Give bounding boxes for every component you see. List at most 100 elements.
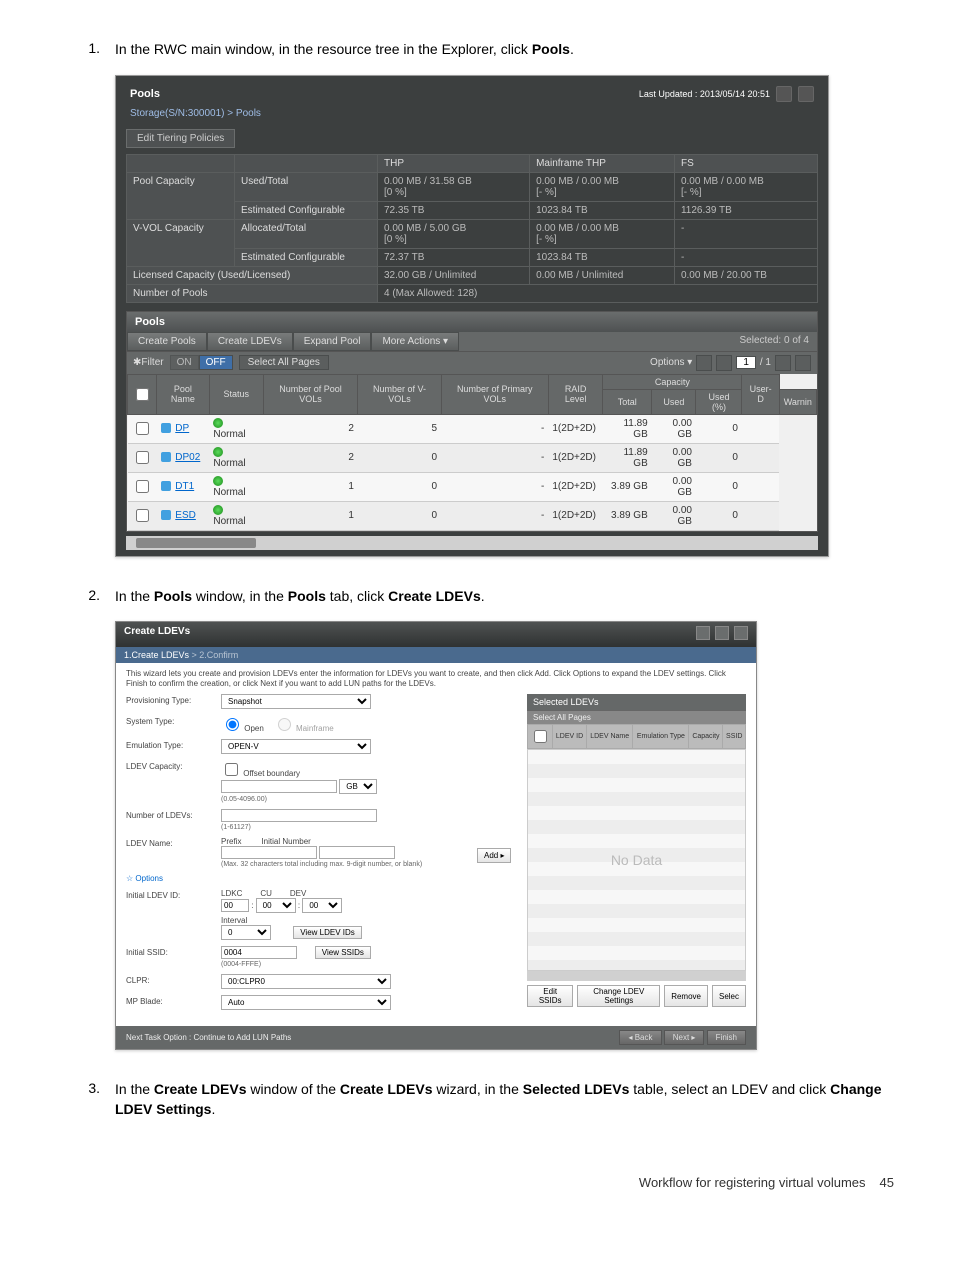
next-task-option: Next Task Option : Continue to Add LUN P… bbox=[126, 1033, 291, 1042]
edit-tiering-button[interactable]: Edit Tiering Policies bbox=[126, 129, 235, 148]
create-pools-button[interactable]: Create Pools bbox=[127, 332, 207, 351]
pool-icon bbox=[161, 481, 171, 491]
next-button[interactable]: Next ▸ bbox=[664, 1030, 705, 1045]
filter-label: ✱Filter bbox=[133, 357, 164, 368]
window-title: Pools bbox=[130, 88, 160, 100]
breadcrumb[interactable]: Storage(S/N:300001) > Pools bbox=[122, 106, 822, 125]
col-fs: FS bbox=[674, 154, 817, 172]
create-ldevs-button[interactable]: Create LDEVs bbox=[207, 332, 293, 351]
table-row[interactable]: DPNormal25-1(2D+2D)11.89 GB0.00 GB0 bbox=[128, 414, 817, 443]
pool-link[interactable]: ESD bbox=[175, 510, 196, 521]
sel-scrollbar[interactable] bbox=[527, 971, 746, 981]
cap-unit-select[interactable]: GB bbox=[339, 779, 377, 794]
wizard-step-active: 1.Create LDEVs bbox=[124, 650, 189, 660]
remove-button[interactable]: Remove bbox=[664, 985, 708, 1007]
more-actions-button[interactable]: More Actions ▾ bbox=[371, 332, 459, 351]
blade-select[interactable]: Auto bbox=[221, 995, 391, 1010]
pool-icon bbox=[161, 510, 171, 520]
horizontal-scrollbar[interactable] bbox=[126, 536, 818, 550]
col-mf: Mainframe THP bbox=[530, 154, 675, 172]
row-checkbox[interactable] bbox=[136, 480, 149, 493]
offset-checkbox[interactable] bbox=[225, 763, 238, 776]
table-row[interactable]: DP02Normal20-1(2D+2D)11.89 GB0.00 GB0 bbox=[128, 443, 817, 472]
pool-link[interactable]: DP02 bbox=[175, 452, 200, 463]
window-title: Create LDEVs bbox=[124, 626, 190, 643]
name-label: LDEV Name: bbox=[126, 837, 221, 848]
cu-select[interactable]: 00 bbox=[256, 898, 296, 913]
pool-link[interactable]: DP bbox=[175, 423, 189, 434]
selected-count: Selected: 0 of 4 bbox=[732, 332, 818, 351]
table-row[interactable]: ESDNormal10-1(2D+2D)3.89 GB0.00 GB0 bbox=[128, 501, 817, 530]
row-checkbox[interactable] bbox=[136, 422, 149, 435]
select-all-pages[interactable]: Select All Pages bbox=[239, 355, 329, 370]
step-number: 2. bbox=[60, 587, 115, 603]
step-text: In the Create LDEVs window of the Create… bbox=[115, 1080, 894, 1119]
options-dropdown[interactable]: Options ▾ bbox=[650, 357, 692, 368]
dev-select[interactable]: 00 bbox=[302, 898, 342, 913]
refresh-icon[interactable] bbox=[776, 86, 792, 102]
table-row[interactable]: DT1Normal10-1(2D+2D)3.89 GB0.00 GB0 bbox=[128, 472, 817, 501]
initial-input[interactable] bbox=[319, 846, 395, 859]
cap-input[interactable] bbox=[221, 780, 337, 793]
status-icon bbox=[213, 476, 223, 486]
page-next-icon[interactable] bbox=[775, 355, 791, 371]
page-current[interactable]: 1 bbox=[736, 356, 756, 369]
status-icon bbox=[213, 447, 223, 457]
num-input[interactable] bbox=[221, 809, 377, 822]
clpr-select[interactable]: 00:CLPR0 bbox=[221, 974, 391, 989]
select-all-pages[interactable]: Select All Pages bbox=[527, 710, 746, 724]
change-ldev-settings-button[interactable]: Change LDEV Settings bbox=[577, 985, 660, 1007]
filter-on[interactable]: ON bbox=[170, 355, 199, 370]
sel-header-checkbox[interactable] bbox=[534, 730, 547, 743]
page-first-icon[interactable] bbox=[696, 355, 712, 371]
step-text: In the RWC main window, in the resource … bbox=[115, 40, 894, 60]
col-thp: THP bbox=[378, 154, 530, 172]
status-icon bbox=[213, 418, 223, 428]
filter-off[interactable]: OFF bbox=[199, 355, 233, 370]
options-toggle[interactable]: ☆ Options bbox=[126, 874, 163, 883]
sys-type-label: System Type: bbox=[126, 715, 221, 726]
cap-label: LDEV Capacity: bbox=[126, 760, 221, 771]
ssid-input[interactable] bbox=[221, 946, 297, 959]
wizard-step-next: > 2.Confirm bbox=[189, 650, 238, 660]
page-number: 45 bbox=[880, 1175, 894, 1190]
pool-link[interactable]: DT1 bbox=[175, 481, 194, 492]
row-checkbox[interactable] bbox=[136, 509, 149, 522]
edit-ssids-button[interactable]: Edit SSIDs bbox=[527, 985, 573, 1007]
expand-pool-button[interactable]: Expand Pool bbox=[293, 332, 372, 351]
finish-button[interactable]: Finish bbox=[707, 1030, 746, 1045]
pools-data-table: Pool Name Status Number of Pool VOLs Num… bbox=[127, 374, 817, 531]
num-label: Number of LDEVs: bbox=[126, 809, 221, 820]
help-icon[interactable] bbox=[798, 86, 814, 102]
ldkc-input[interactable] bbox=[221, 899, 249, 912]
maximize-icon[interactable] bbox=[715, 626, 729, 640]
sys-open-radio[interactable] bbox=[226, 718, 239, 731]
sys-mf-radio[interactable] bbox=[278, 718, 291, 731]
view-ssids-button[interactable]: View SSIDs bbox=[315, 946, 371, 959]
selected-ldevs-header: Selected LDEVs bbox=[527, 694, 746, 710]
create-ldevs-window: Create LDEVs 1.Create LDEVs > 2.Confirm … bbox=[115, 621, 757, 1050]
no-data-placeholder: No Data bbox=[527, 749, 746, 971]
prov-type-select[interactable]: Snapshot bbox=[221, 694, 371, 709]
summary-table: THP Mainframe THP FS Pool Capacity Used/… bbox=[126, 154, 818, 303]
back-button[interactable]: ◂ Back bbox=[619, 1030, 661, 1045]
close-icon[interactable] bbox=[734, 626, 748, 640]
view-ldev-ids-button[interactable]: View LDEV IDs bbox=[293, 926, 362, 939]
pools-window: Pools Last Updated : 2013/05/14 20:51 St… bbox=[115, 75, 829, 557]
page-last-icon[interactable] bbox=[795, 355, 811, 371]
interval-select[interactable]: 0 bbox=[221, 925, 271, 940]
prov-type-label: Provisioning Type: bbox=[126, 694, 221, 705]
select-button[interactable]: Selec bbox=[712, 985, 746, 1007]
footer-text: Workflow for registering virtual volumes bbox=[639, 1175, 866, 1190]
minimize-icon[interactable] bbox=[696, 626, 710, 640]
prefix-input[interactable] bbox=[221, 846, 317, 859]
page-prev-icon[interactable] bbox=[716, 355, 732, 371]
header-checkbox[interactable] bbox=[136, 388, 149, 401]
emu-select[interactable]: OPEN-V bbox=[221, 739, 371, 754]
page-total: / 1 bbox=[760, 357, 771, 368]
row-checkbox[interactable] bbox=[136, 451, 149, 464]
step-number: 3. bbox=[60, 1080, 115, 1096]
wizard-description: This wizard lets you create and provisio… bbox=[116, 663, 756, 694]
blade-label: MP Blade: bbox=[126, 995, 221, 1006]
add-button[interactable]: Add ▸ bbox=[477, 848, 511, 863]
